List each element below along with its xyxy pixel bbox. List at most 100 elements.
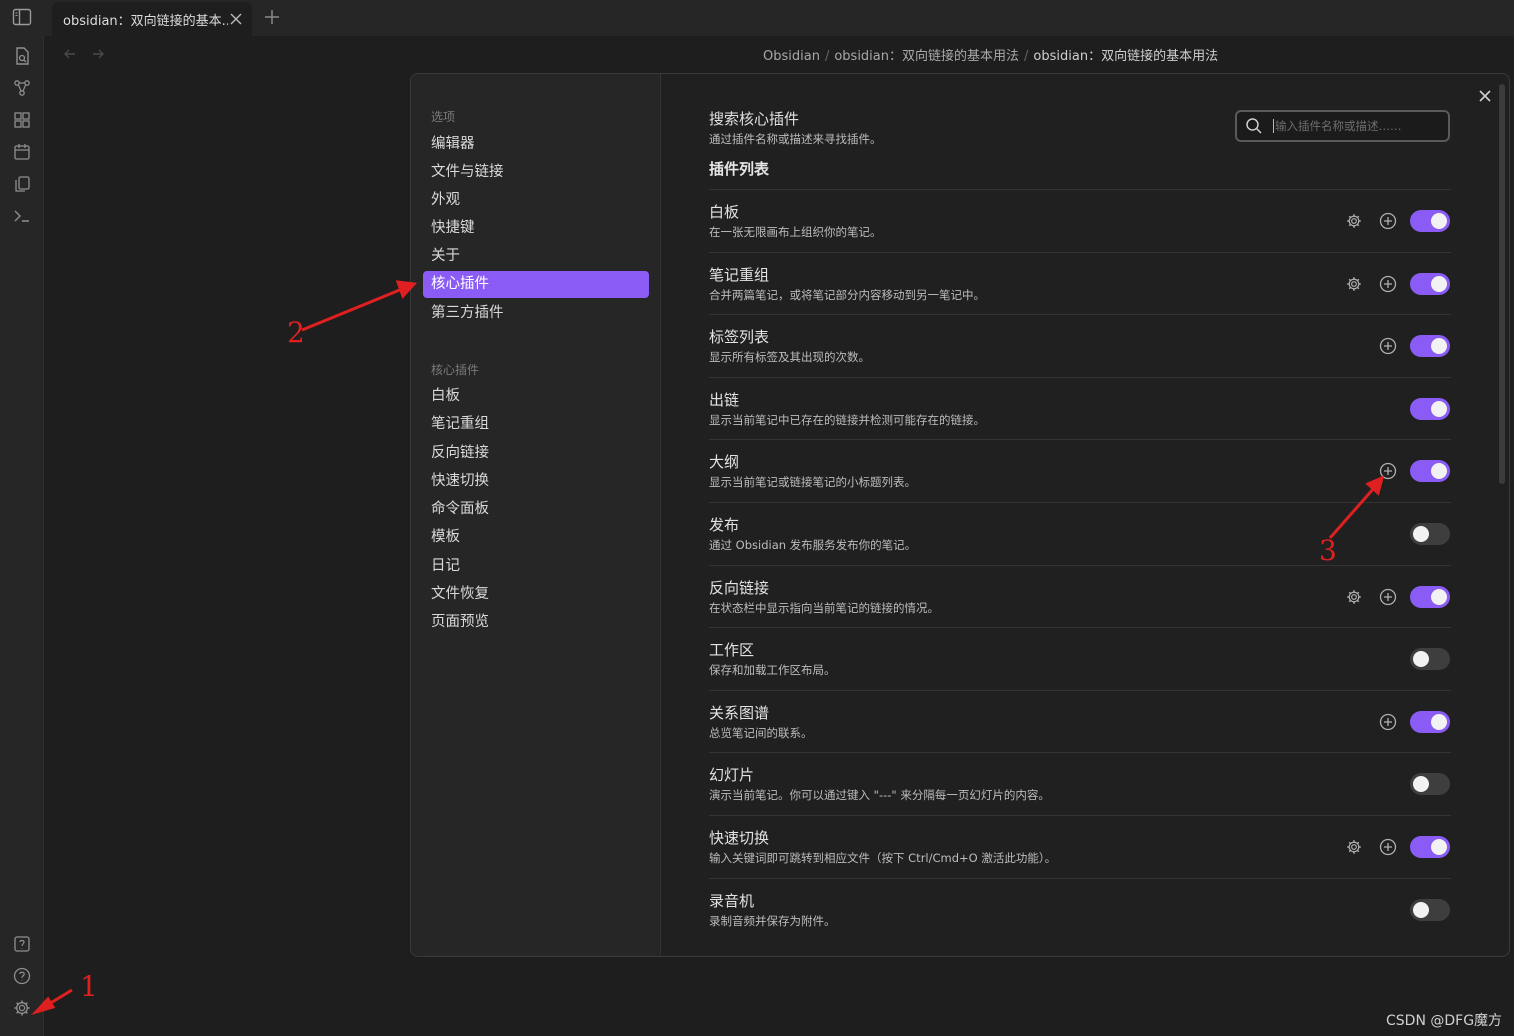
plugin-enable-toggle[interactable]	[1410, 397, 1450, 420]
plugin-hotkey-plus-icon[interactable]	[1379, 212, 1397, 230]
nav-core-file-recovery[interactable]: 文件恢复	[423, 581, 649, 608]
plugin-settings-gear-icon[interactable]	[1345, 275, 1363, 293]
plugin-settings-gear-icon[interactable]	[1345, 838, 1363, 856]
copy-pages-icon[interactable]	[12, 174, 32, 194]
nav-files-links[interactable]: 文件与链接	[423, 159, 649, 186]
plugin-list-heading: 插件列表	[709, 160, 770, 178]
toggle-knob	[1431, 338, 1447, 355]
plugin-row: 笔记重组 合并两篇笔记，或将笔记部分内容移动到另一笔记中。	[709, 251, 1451, 314]
calendar-icon[interactable]	[12, 142, 32, 162]
toggle-knob	[1413, 901, 1429, 918]
nav-community-plugins[interactable]: 第三方插件	[423, 300, 649, 327]
nav-core-canvas[interactable]: 白板	[423, 383, 649, 410]
graph-view-icon[interactable]	[12, 78, 32, 98]
plugin-settings-gear-icon[interactable]	[1345, 588, 1363, 606]
plugin-hotkey-plus-icon[interactable]	[1379, 713, 1397, 731]
nav-core-templates[interactable]: 模板	[423, 524, 649, 551]
settings-gear-icon[interactable]	[12, 998, 32, 1018]
canvas-grid-icon[interactable]	[12, 110, 32, 130]
plugin-enable-toggle[interactable]	[1410, 523, 1450, 545]
breadcrumb: Obsidian / obsidian：双向链接的基本用法 / obsidian：双向链…	[763, 45, 1218, 64]
plugin-enable-toggle[interactable]	[1410, 335, 1450, 358]
plugin-row: 快速切换 输入关键词即可跳转到相应文件（按下 Ctrl/Cmd+O 激活此功能）。	[709, 815, 1451, 877]
plugin-enable-toggle[interactable]	[1410, 898, 1450, 921]
core-plugins-heading: 核心插件	[431, 363, 480, 377]
plugin-description: 通过 Obsidian 发布服务发布你的笔记。	[709, 538, 917, 552]
nav-core-plugins[interactable]: 核心插件	[423, 271, 649, 298]
new-tab-plus-icon[interactable]	[263, 8, 281, 26]
nav-core-command-palette[interactable]: 命令面板	[423, 496, 649, 523]
annotation-arrow-2	[301, 287, 403, 332]
nav-core-backlinks[interactable]: 反向链接	[423, 440, 649, 467]
plugin-name: 出链	[709, 390, 740, 409]
plugin-hotkey-plus-icon[interactable]	[1379, 275, 1397, 293]
plugin-enable-toggle[interactable]	[1410, 710, 1450, 733]
annotation-arrow-1	[43, 988, 73, 1009]
plugin-name: 工作区	[709, 641, 755, 660]
plugin-name: 笔记重组	[709, 265, 770, 284]
plugin-enable-toggle[interactable]	[1410, 210, 1450, 232]
toggle-knob	[1431, 400, 1447, 417]
title-bar: obsidian：双向链接的基本...	[0, 0, 1514, 36]
plugin-search-box[interactable]	[1235, 110, 1450, 142]
breadcrumb-separator: /	[1024, 49, 1029, 64]
options-heading: 选项	[431, 110, 456, 124]
plugin-name: 标签列表	[709, 328, 770, 347]
plugin-hotkey-plus-icon[interactable]	[1379, 462, 1397, 480]
toggle-knob	[1431, 839, 1447, 855]
plugin-description: 在状态栏中显示指向当前笔记的链接的情况。	[709, 600, 939, 615]
annotation-number-3: 3	[1319, 534, 1337, 567]
annotation-number-2: 2	[287, 316, 305, 349]
sidebar-toggle-icon[interactable]	[12, 8, 32, 26]
plugin-enable-toggle[interactable]	[1410, 585, 1450, 608]
back-arrow-icon[interactable]	[62, 46, 78, 62]
close-icon[interactable]	[1475, 86, 1495, 106]
nav-core-daily-notes[interactable]: 日记	[423, 553, 649, 580]
plugin-row: 发布通过 Obsidian 发布服务发布你的笔记。	[709, 502, 1451, 564]
plugin-enable-toggle[interactable]	[1410, 272, 1450, 295]
plugin-hotkey-plus-icon[interactable]	[1379, 838, 1397, 856]
breadcrumb-item[interactable]: obsidian：双向链接的基本用法	[1033, 49, 1218, 64]
help-icon[interactable]	[12, 966, 32, 986]
close-icon[interactable]	[228, 11, 244, 27]
left-ribbon	[0, 36, 44, 1036]
nav-core-note-composer[interactable]: 笔记重组	[423, 411, 649, 438]
nav-appearance[interactable]: 外观	[423, 187, 649, 214]
plugin-row: 标签列表 显示所有标签及其出现的次数。	[709, 314, 1451, 376]
plugin-enable-toggle[interactable]	[1410, 773, 1450, 796]
plugin-description: 总览笔记间的联系。	[709, 725, 813, 740]
toggle-knob	[1413, 776, 1429, 793]
breadcrumb-separator: /	[824, 49, 830, 64]
plugin-name: 快速切换	[709, 829, 770, 847]
file-search-icon[interactable]	[12, 46, 32, 66]
plugin-row: 幻灯片 演示当前笔记。你可以通过键入 "---" 来分隔每一页幻灯片的内容。	[709, 752, 1451, 814]
plugin-hotkey-plus-icon[interactable]	[1379, 337, 1397, 355]
scrollbar[interactable]	[1499, 84, 1505, 484]
annotation-number-1: 1	[80, 970, 98, 1003]
nav-about[interactable]: 关于	[423, 243, 649, 270]
nav-core-quick-switcher[interactable]: 快速切换	[423, 468, 649, 495]
nav-editor[interactable]: 编辑器	[423, 131, 649, 158]
settings-modal: 选项 编辑器 文件与链接 外观 快捷键 关于 核心插件 第三方插件 核心插件 白…	[410, 73, 1510, 957]
plugin-row: 工作区 保存和加载工作区布局。	[709, 627, 1451, 689]
breadcrumb-item[interactable]: obsidian：双向链接的基本用法	[834, 49, 1019, 64]
toggle-knob	[1431, 213, 1447, 229]
watermark: CSDN @DFG魔方	[1386, 1013, 1503, 1029]
plugin-hotkey-plus-icon[interactable]	[1379, 588, 1397, 606]
nav-hotkeys[interactable]: 快捷键	[423, 215, 649, 242]
forward-arrow-icon[interactable]	[90, 46, 106, 62]
plugin-settings-gear-icon[interactable]	[1345, 212, 1363, 230]
plugin-enable-toggle[interactable]	[1410, 836, 1450, 858]
plugin-name: 发布	[709, 516, 740, 534]
nav-core-page-preview[interactable]: 页面预览	[423, 609, 649, 636]
plugin-enable-toggle[interactable]	[1410, 648, 1450, 671]
vault-switch-icon[interactable]	[12, 934, 32, 954]
plugin-search-input[interactable]	[1273, 119, 1433, 133]
terminal-icon[interactable]	[12, 206, 32, 226]
plugin-enable-toggle[interactable]	[1410, 460, 1450, 483]
plugin-row: 录音机 录制音频并保存为附件。	[709, 877, 1451, 940]
tab-active-note[interactable]: obsidian：双向链接的基本...	[52, 2, 252, 36]
toggle-knob	[1431, 275, 1447, 292]
breadcrumb-item[interactable]: Obsidian	[763, 49, 820, 64]
plugin-name: 幻灯片	[709, 766, 755, 785]
